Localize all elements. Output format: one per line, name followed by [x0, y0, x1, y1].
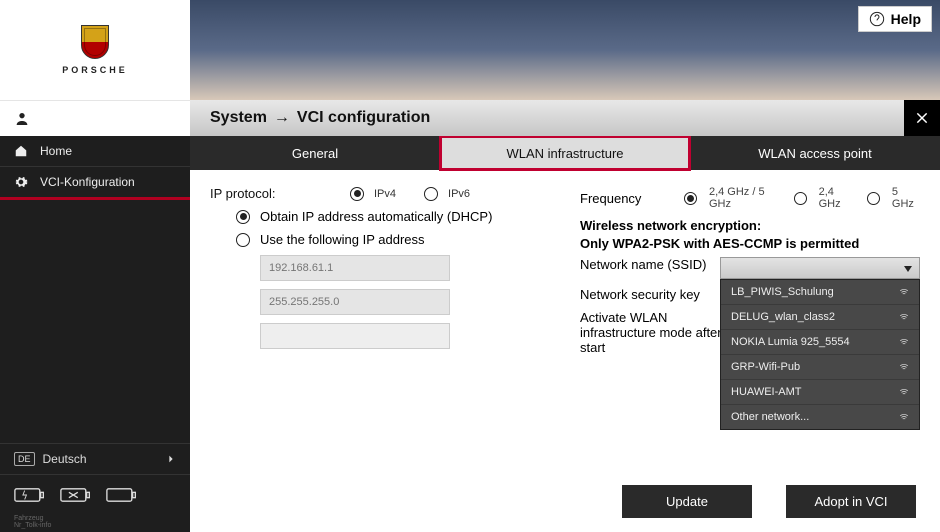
breadcrumb: System → VCI configuration: [190, 100, 940, 136]
col-right: Frequency 2,4 GHz / 5 GHz 2,4 GHz 5 GHz …: [580, 186, 920, 522]
nav: Home VCI-Konfiguration: [0, 136, 190, 200]
main-area: Help System → VCI configuration General …: [190, 0, 940, 532]
radio-freq-5[interactable]: [867, 192, 880, 205]
brand-text: PORSCHE: [62, 65, 128, 75]
dhcp-label: Obtain IP address automatically (DHCP): [260, 209, 492, 224]
freq-label: Frequency: [580, 191, 674, 206]
nav-vci-label: VCI-Konfiguration: [40, 175, 135, 189]
lang-label: Deutsch: [43, 452, 87, 466]
ssid-row: Network name (SSID) LB_PIWIS_SchulungDEL…: [580, 257, 920, 279]
radio-dhcp[interactable]: [236, 210, 250, 224]
radio-freq-both[interactable]: [684, 192, 697, 205]
radio-freq-24[interactable]: [794, 192, 807, 205]
chevron-right-icon: [166, 454, 176, 464]
sidebar: PORSCHE Home VCI-Konfiguration DE Deutsc…: [0, 0, 190, 532]
radio-ipv4[interactable]: [350, 187, 364, 201]
footer-buttons: Update Adopt in VCI: [622, 485, 916, 518]
content: IP protocol: IPv4 IPv6 Obtain IP address…: [190, 170, 940, 532]
ssid-option[interactable]: NOKIA Lumia 925_5554: [721, 330, 919, 355]
ssid-option[interactable]: DELUG_wlan_class2: [721, 305, 919, 330]
ssid-option[interactable]: HUAWEI-AMT: [721, 380, 919, 405]
activate-label: Activate WLAN infrastructure mode after …: [580, 310, 740, 355]
radio-ipv6[interactable]: [424, 187, 438, 201]
help-button[interactable]: Help: [858, 6, 932, 32]
ip-address-field[interactable]: [260, 255, 450, 281]
app-root: PORSCHE Home VCI-Konfiguration DE Deutsc…: [0, 0, 940, 532]
help-icon: [869, 11, 885, 27]
arrow-icon: →: [274, 109, 290, 127]
user-row[interactable]: [0, 100, 190, 136]
wifi-icon: [899, 362, 909, 372]
battery-ok-icon: [106, 485, 138, 505]
dhcp-row: Obtain IP address automatically (DHCP): [236, 209, 550, 224]
radio-static[interactable]: [236, 233, 250, 247]
wifi-icon: [899, 387, 909, 397]
porsche-crest-icon: [81, 25, 109, 59]
close-icon: [915, 111, 929, 125]
ssid-option[interactable]: GRP-Wifi-Pub: [721, 355, 919, 380]
breadcrumb-a: System: [210, 109, 267, 127]
status-icons-row: [0, 475, 190, 515]
update-button[interactable]: Update: [622, 485, 752, 518]
ipv4-label: IPv4: [374, 188, 396, 200]
ip-proto-row: IP protocol: IPv4 IPv6: [210, 186, 550, 201]
gear-icon: [14, 175, 28, 189]
home-icon: [14, 144, 28, 158]
tab-general[interactable]: General: [190, 136, 440, 170]
freq-row: Frequency 2,4 GHz / 5 GHz 2,4 GHz 5 GHz: [580, 186, 920, 210]
ssid-dropdown: LB_PIWIS_SchulungDELUG_wlan_class2NOKIA …: [720, 279, 920, 430]
ssid-option[interactable]: Other network...: [721, 405, 919, 429]
help-label: Help: [891, 11, 921, 27]
wifi-icon: [899, 337, 909, 347]
freq-24-label: 2,4 GHz: [819, 186, 855, 210]
enc-h1: Wireless network encryption:: [580, 218, 920, 233]
sidebar-spacer: [0, 200, 190, 443]
freq-opts: 2,4 GHz / 5 GHz 2,4 GHz 5 GHz: [684, 186, 920, 210]
breadcrumb-b: VCI configuration: [297, 109, 430, 127]
nav-vci[interactable]: VCI-Konfiguration: [0, 167, 190, 200]
tab-wlan-infra[interactable]: WLAN infrastructure: [440, 136, 690, 170]
banner: Help: [190, 0, 940, 100]
col-left: IP protocol: IPv4 IPv6 Obtain IP address…: [210, 186, 550, 522]
footer-tiny: FahrzeugNr_Tolk-info: [0, 515, 190, 532]
logo-area: PORSCHE: [0, 0, 190, 100]
ssid-label: Network name (SSID): [580, 257, 708, 272]
ipv6-label: IPv6: [448, 188, 470, 200]
language-selector[interactable]: DE Deutsch: [0, 443, 190, 475]
nav-home[interactable]: Home: [0, 136, 190, 167]
wifi-icon: [899, 312, 909, 322]
ssid-option[interactable]: LB_PIWIS_Schulung: [721, 280, 919, 305]
lang-code: DE: [14, 452, 35, 466]
battery-error-icon: [60, 485, 92, 505]
subnet-mask-field[interactable]: [260, 289, 450, 315]
enc-h2: Only WPA2-PSK with AES-CCMP is permitted: [580, 236, 920, 251]
ssid-select[interactable]: [720, 257, 920, 279]
freq-5-label: 5 GHz: [892, 186, 920, 210]
tabs: General WLAN infrastructure WLAN access …: [190, 136, 940, 170]
wifi-icon: [899, 287, 909, 297]
gateway-field[interactable]: [260, 323, 450, 349]
static-label: Use the following IP address: [260, 232, 425, 247]
tab-wlan-ap[interactable]: WLAN access point: [690, 136, 940, 170]
lang-left: DE Deutsch: [14, 452, 87, 466]
ip-proto-label: IP protocol:: [210, 186, 340, 201]
close-button[interactable]: [904, 100, 940, 136]
user-icon: [14, 111, 30, 127]
battery-charging-icon: [14, 485, 46, 505]
ip-fields: [260, 255, 550, 349]
freq-both-label: 2,4 GHz / 5 GHz: [709, 186, 782, 210]
adopt-button[interactable]: Adopt in VCI: [786, 485, 916, 518]
static-row: Use the following IP address: [236, 232, 550, 247]
nav-home-label: Home: [40, 144, 72, 158]
wifi-icon: [899, 412, 909, 422]
